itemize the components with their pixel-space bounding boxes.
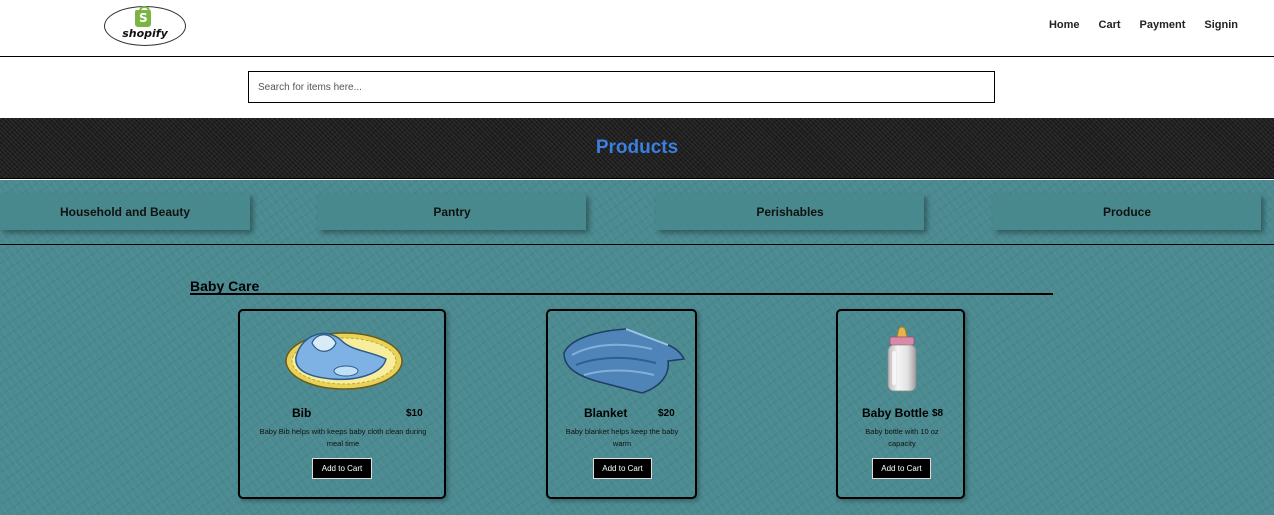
product-card-blanket: Blanket $20 Baby blanket helps keep the … bbox=[546, 309, 697, 499]
category-divider bbox=[0, 244, 1274, 245]
page-title: Products bbox=[595, 137, 679, 158]
products-banner: Products bbox=[0, 118, 1274, 179]
product-price: $20 bbox=[658, 408, 675, 419]
nav-home-link[interactable]: Home bbox=[1049, 19, 1080, 31]
category-tab-perishables[interactable]: Perishables bbox=[656, 194, 924, 230]
category-tab-household-and-beauty[interactable]: Household and Beauty bbox=[0, 194, 250, 230]
logo-text: shopify bbox=[122, 27, 168, 40]
product-description: Baby blanket helps keep the baby warm bbox=[565, 427, 679, 448]
product-name: Blanket bbox=[584, 406, 628, 420]
section-divider bbox=[190, 293, 1053, 295]
search-input[interactable] bbox=[248, 71, 995, 103]
product-price: $10 bbox=[406, 408, 423, 419]
add-to-cart-button[interactable]: Add to Cart bbox=[593, 458, 652, 479]
product-name: Baby Bottle bbox=[862, 406, 929, 420]
add-to-cart-button[interactable]: Add to Cart bbox=[872, 458, 931, 479]
section-title: Baby Care bbox=[190, 278, 260, 294]
category-tab-produce[interactable]: Produce bbox=[993, 194, 1261, 230]
main-nav: Home Cart Payment Signin bbox=[1030, 19, 1238, 31]
shopping-bag-icon: S bbox=[135, 6, 151, 27]
product-name: Bib bbox=[292, 406, 312, 420]
add-to-cart-button[interactable]: Add to Cart bbox=[312, 458, 372, 479]
nav-cart-link[interactable]: Cart bbox=[1099, 19, 1121, 31]
baby-bottle-icon bbox=[887, 326, 917, 392]
top-navbar: S shopify Home Cart Payment Signin bbox=[0, 0, 1274, 57]
bib-icon bbox=[285, 332, 403, 390]
product-card-baby-bottle: Baby Bottle $8 Baby bottle with 10 oz ca… bbox=[836, 309, 965, 499]
product-description: Baby bottle with 10 oz capacity bbox=[865, 427, 939, 448]
product-card-bib: Bib $10 Baby Bib helps with keeps baby c… bbox=[238, 309, 446, 499]
category-tab-pantry[interactable]: Pantry bbox=[318, 194, 586, 230]
nav-payment-link[interactable]: Payment bbox=[1140, 19, 1186, 31]
nav-signin-link[interactable]: Signin bbox=[1204, 19, 1238, 31]
blanket-icon bbox=[563, 328, 686, 394]
shopify-logo[interactable]: S shopify bbox=[104, 6, 186, 46]
product-description: Baby Bib helps with keeps baby cloth cle… bbox=[259, 427, 427, 448]
product-price: $8 bbox=[932, 408, 944, 419]
